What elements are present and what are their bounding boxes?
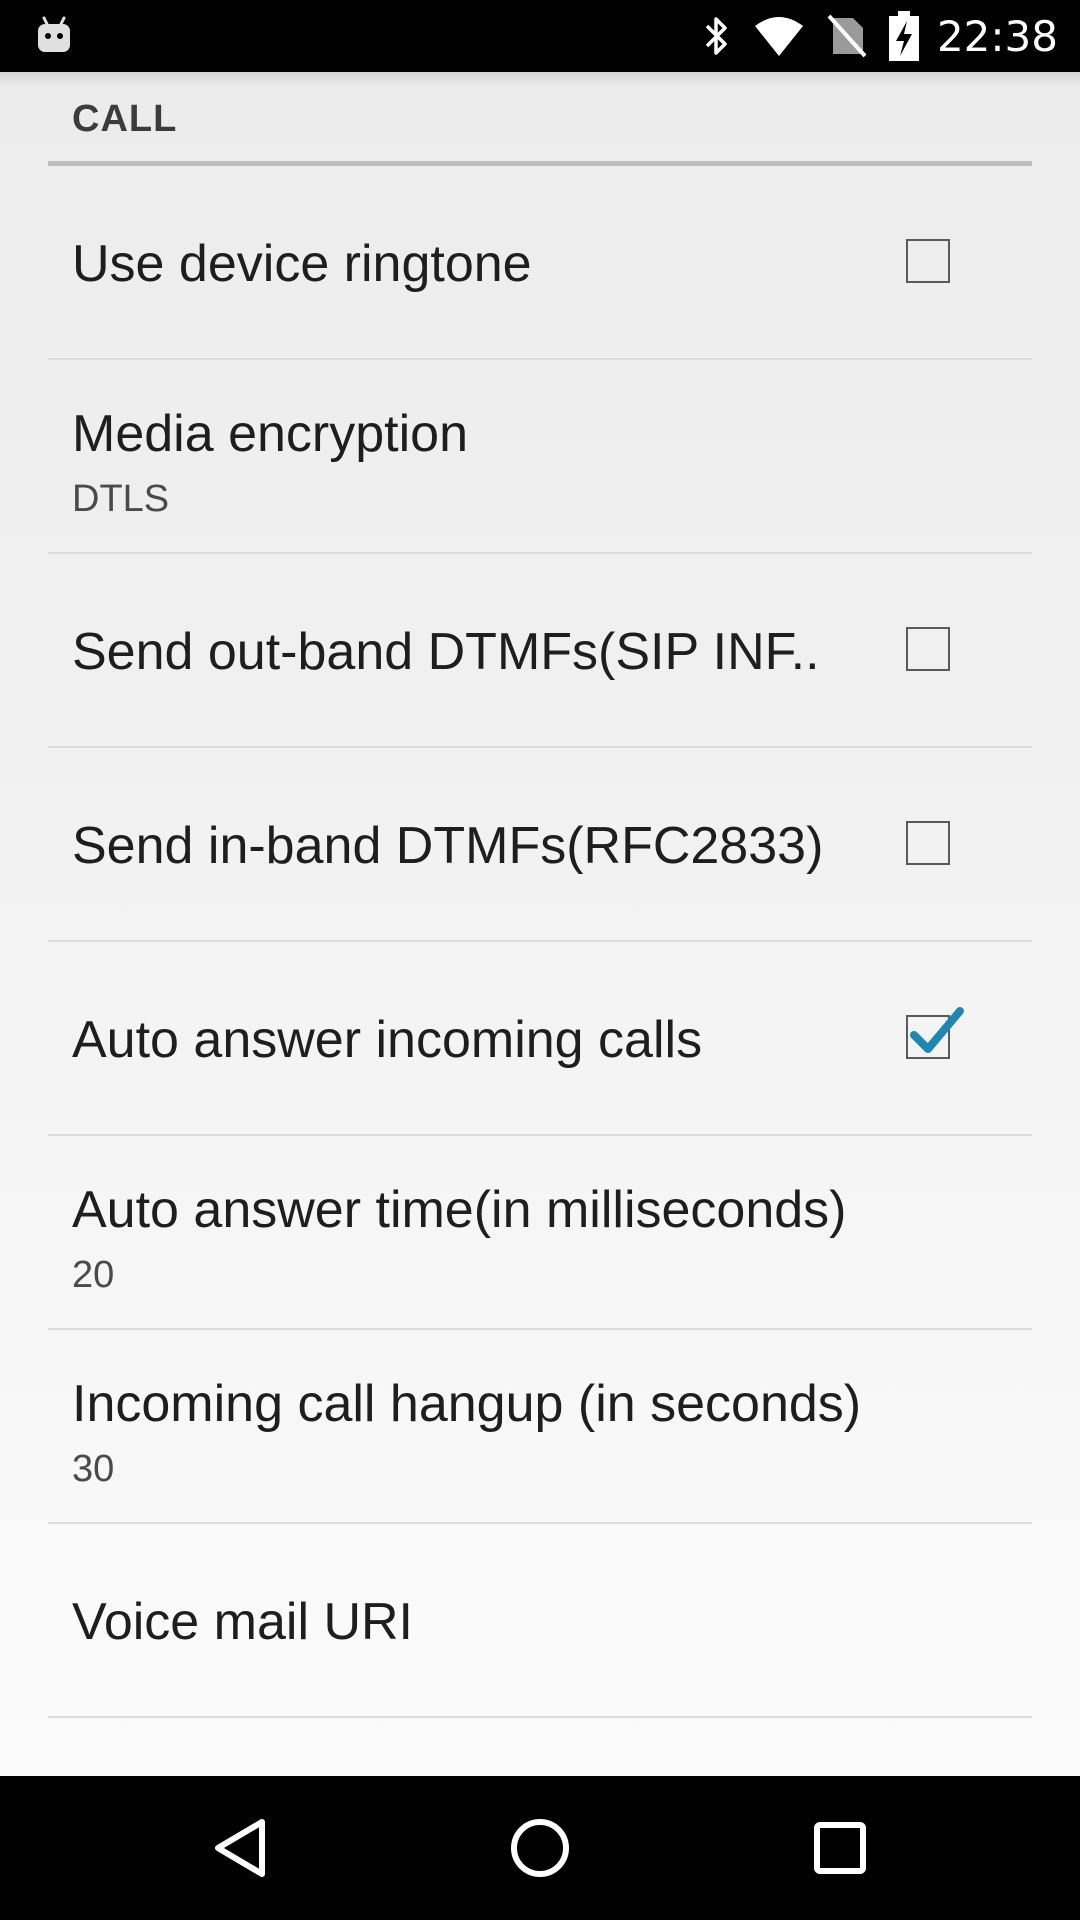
pref-title: Send out-band DTMFs(SIP INF.. (72, 623, 820, 681)
preference-list: Use device ringtone Media encryption DTL… (0, 166, 1080, 1718)
pref-voice-mail-uri[interactable]: Voice mail URI (0, 1524, 1080, 1718)
pref-title: Use device ringtone (72, 235, 532, 293)
checkmark-icon (910, 1007, 964, 1053)
no-sim-icon (827, 14, 867, 58)
pref-use-device-ringtone[interactable]: Use device ringtone (0, 166, 1080, 360)
send-in-band-dtmfs-checkbox[interactable] (906, 821, 950, 865)
home-icon[interactable] (504, 1812, 576, 1884)
auto-answer-checkbox[interactable] (906, 1007, 964, 1059)
battery-charging-icon (888, 11, 919, 61)
pref-media-encryption[interactable]: Media encryption DTLS (0, 360, 1080, 554)
section-title: CALL (72, 98, 178, 140)
pref-auto-answer-incoming-calls[interactable]: Auto answer incoming calls (0, 942, 1080, 1136)
recents-icon[interactable] (804, 1812, 876, 1884)
android-debug-icon (38, 16, 70, 52)
pref-auto-answer-time[interactable]: Auto answer time(in milliseconds) 20 (0, 1136, 1080, 1330)
use-device-ringtone-checkbox[interactable] (906, 239, 950, 283)
pref-summary: 20 (72, 1254, 115, 1296)
pref-title: Voice mail URI (72, 1593, 413, 1651)
pref-summary: DTLS (72, 478, 170, 520)
pref-title: Media encryption (72, 405, 468, 463)
bluetooth-icon (703, 14, 731, 58)
back-icon[interactable] (204, 1812, 276, 1884)
pref-title: Auto answer incoming calls (72, 1011, 703, 1069)
settings-content[interactable]: CALL Use device ringtone Media encryptio… (0, 72, 1080, 1776)
pref-title: Incoming call hangup (in seconds) (72, 1375, 862, 1433)
status-clock: 22:38 (936, 11, 1058, 61)
section-header-call: CALL (48, 72, 1032, 166)
pref-incoming-call-hangup[interactable]: Incoming call hangup (in seconds) 30 (0, 1330, 1080, 1524)
pref-summary: 30 (72, 1448, 115, 1490)
pref-send-out-band-dtmfs[interactable]: Send out-band DTMFs(SIP INF.. (0, 554, 1080, 748)
divider (48, 1716, 1032, 1718)
pref-send-in-band-dtmfs[interactable]: Send in-band DTMFs(RFC2833) (0, 748, 1080, 942)
send-out-band-dtmfs-checkbox[interactable] (906, 627, 950, 671)
wifi-icon (753, 14, 805, 58)
pref-title: Send in-band DTMFs(RFC2833) (72, 817, 824, 875)
navigation-bar (0, 1776, 1080, 1920)
status-bar: 22:38 (0, 0, 1080, 72)
pref-title: Auto answer time(in milliseconds) (72, 1181, 847, 1239)
